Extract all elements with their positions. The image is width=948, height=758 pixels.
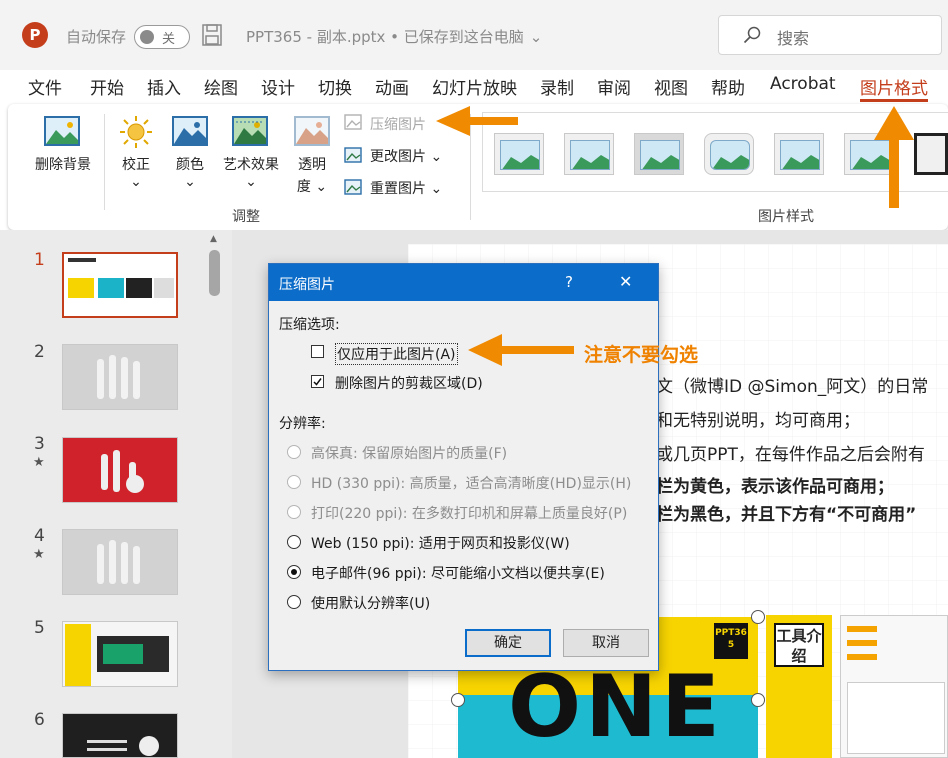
arrow-up-icon — [874, 106, 914, 140]
annotation-arrows — [436, 106, 914, 366]
arrow-left-icon — [468, 334, 502, 366]
arrow-shaft — [889, 136, 899, 208]
arrow-shaft — [466, 117, 518, 125]
arrow-left-icon — [436, 106, 470, 136]
arrow-shaft — [500, 346, 574, 354]
annotation-note: 注意不要勾选 — [584, 344, 699, 366]
